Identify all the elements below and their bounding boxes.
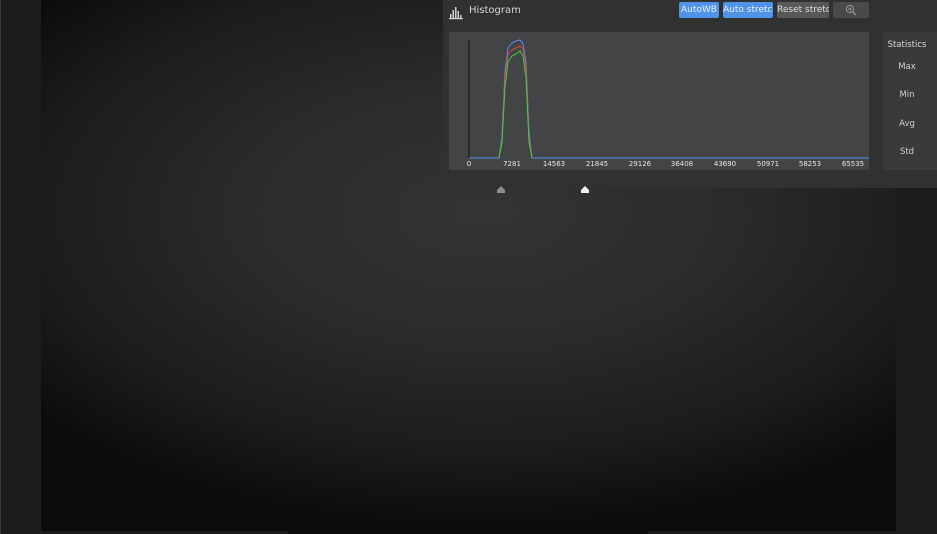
x-tick-label: 43690 xyxy=(713,160,737,168)
left-frame xyxy=(0,0,41,534)
statistics-panel: Statistics Max Min Avg Std xyxy=(883,32,937,170)
stat-max-label: Max xyxy=(898,62,916,72)
zoom-in-icon xyxy=(845,4,857,18)
x-tick-label: 0 xyxy=(466,160,472,168)
statistics-title: Statistics xyxy=(887,40,927,50)
x-tick-label: 65535 xyxy=(841,160,865,168)
x-tick-label: 21845 xyxy=(585,160,609,168)
x-tick-label: 7281 xyxy=(503,160,521,168)
reset-stretch-button[interactable]: Reset stretch xyxy=(777,2,829,18)
histogram-panel: Histogram AutoWB Auto stretch Reset stre… xyxy=(443,0,937,193)
white-point-handle[interactable] xyxy=(580,178,590,193)
stat-min-label: Min xyxy=(899,90,915,100)
stat-avg-label: Avg xyxy=(899,119,915,129)
histogram-header: Histogram AutoWB Auto stretch Reset stre… xyxy=(443,0,937,24)
stat-std-label: Std xyxy=(899,147,915,157)
auto-stretch-button[interactable]: Auto stretch xyxy=(723,2,773,18)
x-tick-label: 50971 xyxy=(756,160,780,168)
histogram-plot[interactable] xyxy=(449,32,869,170)
black-point-handle[interactable] xyxy=(496,178,506,193)
green-channel-curve xyxy=(498,50,533,159)
zoom-button[interactable] xyxy=(833,2,869,18)
x-tick-label: 36408 xyxy=(670,160,694,168)
histogram-icon xyxy=(449,5,463,20)
x-tick-label: 58253 xyxy=(798,160,822,168)
histogram-title: Histogram xyxy=(469,5,521,16)
auto-wb-button[interactable]: AutoWB xyxy=(679,2,719,18)
x-tick-label: 14563 xyxy=(542,160,566,168)
x-tick-label: 29126 xyxy=(628,160,652,168)
